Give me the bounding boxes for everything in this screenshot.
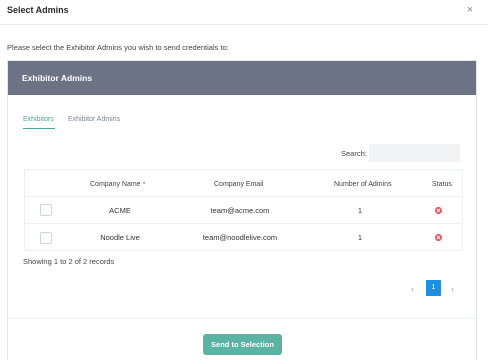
- modal-title: Select Admins: [7, 5, 69, 15]
- panel-title: Exhibitor Admins: [22, 73, 93, 83]
- column-header-number-of-admins[interactable]: Number of Admins: [334, 181, 392, 188]
- column-header-label: Company Name: [90, 181, 141, 188]
- row-checkbox[interactable]: [40, 232, 52, 244]
- page-button-current[interactable]: 1: [426, 280, 441, 296]
- footer-divider: [8, 318, 476, 319]
- number-of-admins-cell: 1: [357, 233, 363, 242]
- panel-header: Exhibitor Admins: [8, 61, 476, 95]
- company-name-cell: Noodle Live: [100, 233, 140, 242]
- number-of-admins-cell: 1: [357, 206, 363, 215]
- active-tab-indicator: [23, 128, 55, 129]
- records-summary: Showing 1 to 2 of 2 records: [23, 257, 115, 266]
- search-input[interactable]: [369, 144, 460, 162]
- tab-exhibitor-admins[interactable]: Exhibitor Admins: [68, 116, 120, 123]
- search-label: Search:: [341, 149, 367, 158]
- header-divider: [25, 196, 462, 197]
- column-header-status[interactable]: Status: [432, 181, 452, 188]
- close-icon[interactable]: ×: [464, 4, 476, 16]
- company-name-cell: ACME: [109, 206, 131, 215]
- column-header-company-name[interactable]: Company Name ^: [90, 181, 145, 188]
- tab-exhibitors[interactable]: Exhibitors: [23, 116, 54, 123]
- x-circle-icon: [435, 207, 442, 214]
- sort-ascending-icon: ^: [142, 182, 146, 188]
- company-email-cell: team@noodlelive.com: [202, 233, 278, 242]
- exhibitor-admins-panel: Exhibitor Admins Exhibitors Exhibitor Ad…: [7, 60, 477, 360]
- row-checkbox[interactable]: [40, 204, 52, 216]
- chevron-left-icon[interactable]: ‹: [411, 284, 414, 294]
- row-divider: [25, 223, 462, 224]
- admins-table: Company Name ^ Company Email Number of Ad…: [24, 169, 463, 251]
- company-email-cell: team@acme.com: [210, 206, 270, 215]
- send-to-selection-button[interactable]: Send to Selection: [203, 334, 282, 355]
- x-circle-icon: [435, 234, 442, 241]
- column-header-company-email[interactable]: Company Email: [214, 181, 263, 188]
- modal-header: Select Admins ×: [0, 0, 488, 25]
- instructions-text: Please select the Exhibitor Admins you w…: [7, 43, 229, 52]
- chevron-right-icon[interactable]: ›: [451, 284, 454, 294]
